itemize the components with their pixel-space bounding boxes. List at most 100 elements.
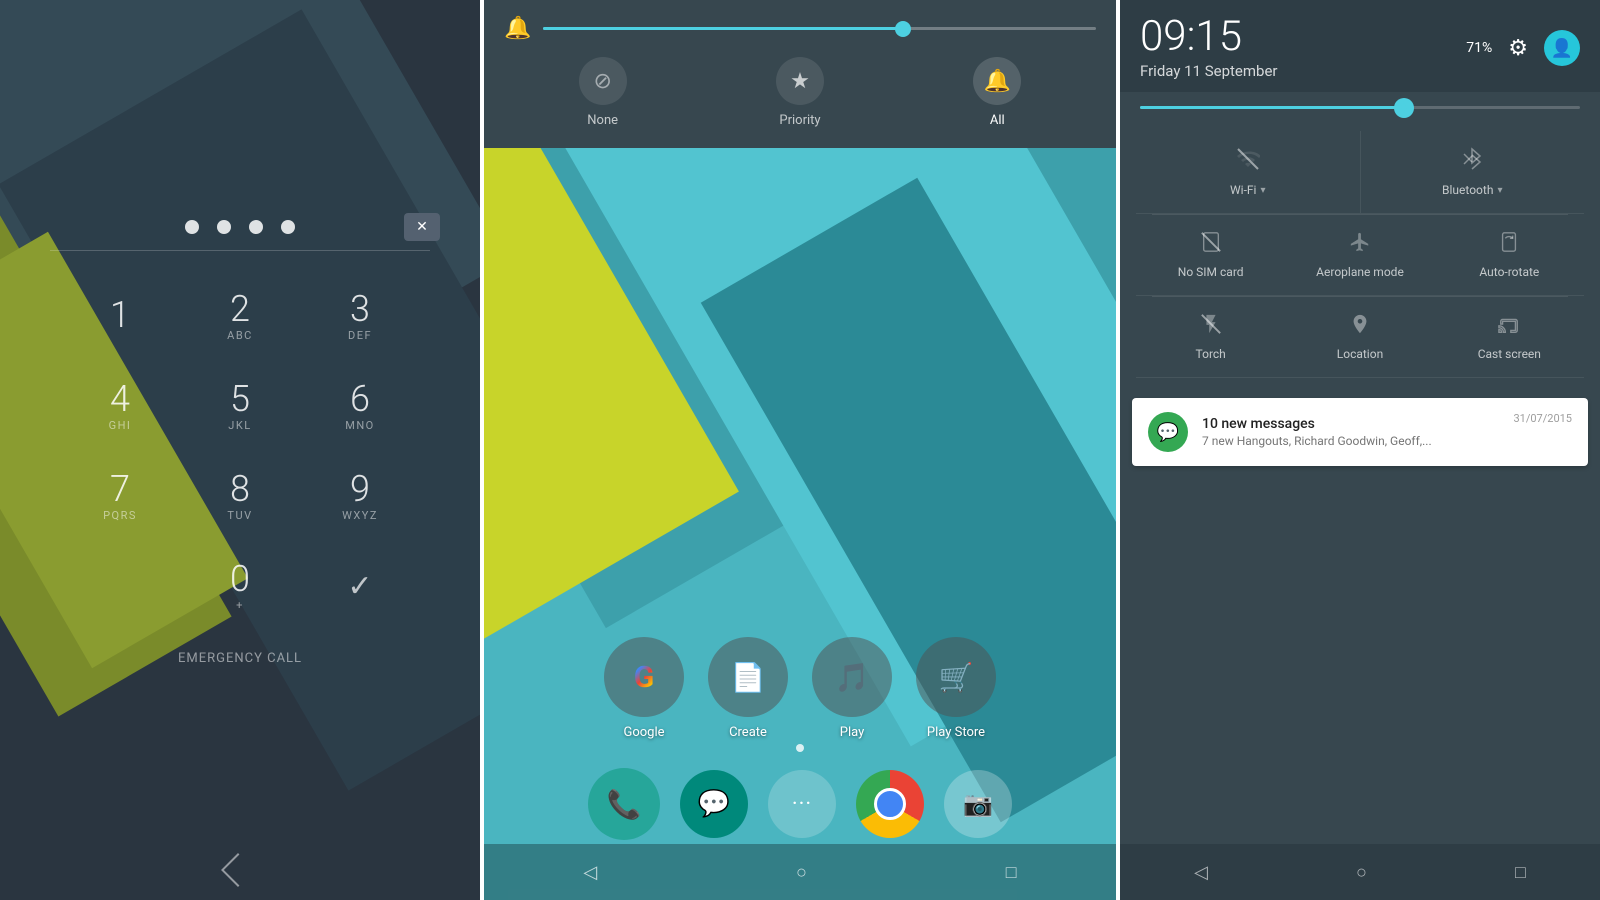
qs-nav-bar: ◁ ○ □ xyxy=(1120,844,1600,900)
airplane-toggle[interactable]: Aeroplane mode xyxy=(1285,215,1434,296)
notif-option-priority[interactable]: ★ Priority xyxy=(776,57,824,128)
brightness-control[interactable]: ✦ xyxy=(1120,92,1600,123)
key-7[interactable]: 7 PQRS xyxy=(60,451,180,541)
key-9[interactable]: 9 WXYZ xyxy=(300,451,420,541)
toggle-row-2: No SIM card Aeroplane mode xyxy=(1136,215,1584,296)
notification-dropdown: 🔔 ⊘ None ★ Priority 🔔 xyxy=(484,0,1116,148)
slider-fill xyxy=(543,27,902,30)
camera-dock-icon[interactable]: 📷 xyxy=(944,770,1012,838)
notif-option-all[interactable]: 🔔 All xyxy=(973,57,1021,128)
none-icon: ⊘ xyxy=(579,57,627,105)
pin-dot-4 xyxy=(281,220,295,234)
all-icon: 🔔 xyxy=(973,57,1021,105)
page-indicator xyxy=(484,744,1116,752)
bluetooth-arrow: ▾ xyxy=(1497,185,1502,196)
castscreen-label: Cast screen xyxy=(1478,347,1541,361)
home-nav-bar: ◁ ○ □ xyxy=(484,844,1116,900)
autorotate-toggle[interactable]: Auto-rotate xyxy=(1435,215,1584,296)
notification-app-icon: 💬 xyxy=(1148,412,1188,452)
notif-option-none[interactable]: ⊘ None xyxy=(579,57,627,128)
wifi-label: Wi-Fi xyxy=(1230,183,1256,197)
nosim-toggle[interactable]: No SIM card xyxy=(1136,215,1285,296)
location-toggle[interactable]: Location xyxy=(1285,297,1434,378)
key-8[interactable]: 8 TUV xyxy=(180,451,300,541)
brightness-thumb: ✦ xyxy=(1394,98,1414,118)
nosim-label: No SIM card xyxy=(1178,265,1244,279)
airplane-icon xyxy=(1349,231,1371,259)
pin-dot-2 xyxy=(217,220,231,234)
app-icons-row: G Google 📄 Create 🎵 Play 🛒 Play Store xyxy=(484,637,1116,740)
play-icon-circle: 🎵 xyxy=(812,637,892,717)
slider-thumb xyxy=(895,21,911,37)
google-label: Google xyxy=(623,725,664,740)
bell-icon: 🔔 xyxy=(504,16,531,41)
home-home-button[interactable]: ○ xyxy=(796,862,807,883)
pin-dot-3 xyxy=(249,220,263,234)
qs-date: Friday 11 September xyxy=(1140,62,1278,80)
user-avatar[interactable]: 👤 xyxy=(1544,30,1580,66)
home-dock: 📞 💬 ··· 📷 xyxy=(484,768,1116,840)
key-6[interactable]: 6 MNO xyxy=(300,361,420,451)
bluetooth-label: Bluetooth xyxy=(1442,183,1493,197)
playstore-label: Play Store xyxy=(927,725,985,740)
castscreen-toggle[interactable]: Cast screen xyxy=(1435,297,1584,378)
notification-card[interactable]: 💬 10 new messages 7 new Hangouts, Richar… xyxy=(1132,398,1588,466)
qs-time-date: 09:15 Friday 11 September xyxy=(1140,16,1278,80)
battery-indicator: 71% xyxy=(1466,40,1492,56)
torch-toggle[interactable]: Torch xyxy=(1136,297,1285,378)
wifi-toggle[interactable]: Wi-Fi ▾ xyxy=(1136,131,1361,214)
create-app[interactable]: 📄 Create xyxy=(708,637,788,740)
brightness-slider[interactable]: ✦ xyxy=(1140,106,1580,109)
hangouts-dock-icon[interactable]: 💬 xyxy=(680,770,748,838)
chrome-dock-icon[interactable] xyxy=(856,770,924,838)
settings-icon[interactable]: ⚙ xyxy=(1508,36,1528,61)
location-label: Location xyxy=(1337,347,1383,361)
qs-back-button[interactable]: ◁ xyxy=(1194,862,1208,883)
pin-dots-row xyxy=(0,220,480,234)
key-0[interactable]: 0 + xyxy=(180,541,300,631)
qs-header-right: 71% ⚙ 👤 xyxy=(1466,30,1580,66)
key-3[interactable]: 3 DEF xyxy=(300,271,420,361)
key-5[interactable]: 5 JKL xyxy=(180,361,300,451)
qs-time: 09:15 xyxy=(1140,16,1278,58)
google-app[interactable]: G Google xyxy=(604,637,684,740)
torch-label: Torch xyxy=(1196,347,1226,361)
play-app[interactable]: 🎵 Play xyxy=(812,637,892,740)
qs-home-button[interactable]: ○ xyxy=(1356,862,1367,883)
playstore-icon-circle: 🛒 xyxy=(916,637,996,717)
create-icon-circle: 📄 xyxy=(708,637,788,717)
wifi-icon xyxy=(1236,147,1260,177)
priority-label: Priority xyxy=(779,113,820,128)
key-empty xyxy=(60,541,180,631)
backspace-button[interactable] xyxy=(404,213,440,241)
playstore-app[interactable]: 🛒 Play Store xyxy=(916,637,996,740)
key-2[interactable]: 2 ABC xyxy=(180,271,300,361)
toggle-row-3: Torch Location Cast screen xyxy=(1136,297,1584,378)
key-4[interactable]: 4 GHI xyxy=(60,361,180,451)
airplane-label: Aeroplane mode xyxy=(1316,265,1404,279)
home-recents-button[interactable]: □ xyxy=(1006,862,1017,883)
notification-time: 31/07/2015 xyxy=(1513,412,1572,425)
volume-slider[interactable] xyxy=(543,27,1096,30)
apps-dock-icon[interactable]: ··· xyxy=(768,770,836,838)
pin-dot-1 xyxy=(185,220,199,234)
chrome-inner xyxy=(874,788,906,820)
bluetooth-icon xyxy=(1462,147,1482,177)
key-check[interactable]: ✓ xyxy=(300,541,420,631)
wifi-label-row: Wi-Fi ▾ xyxy=(1230,183,1265,197)
none-label: None xyxy=(587,113,618,128)
wifi-arrow: ▾ xyxy=(1260,185,1265,196)
bluetooth-label-row: Bluetooth ▾ xyxy=(1442,183,1502,197)
notification-text: 10 new messages 7 new Hangouts, Richard … xyxy=(1202,416,1499,448)
page-dot xyxy=(796,744,804,752)
notification-body: 7 new Hangouts, Richard Goodwin, Geoff,.… xyxy=(1202,434,1499,448)
location-icon xyxy=(1349,313,1371,341)
qs-recents-button[interactable]: □ xyxy=(1515,862,1526,883)
home-back-button[interactable]: ◁ xyxy=(583,862,597,883)
brightness-icon: ✦ xyxy=(1397,98,1410,117)
emergency-call-label[interactable]: EMERGENCY CALL xyxy=(178,651,302,666)
qs-toggle-section: Wi-Fi ▾ Bluetooth ▾ xyxy=(1120,123,1600,386)
phone-dock-icon[interactable]: 📞 xyxy=(588,768,660,840)
bluetooth-toggle[interactable]: Bluetooth ▾ xyxy=(1361,131,1585,214)
key-1[interactable]: 1 xyxy=(60,271,180,361)
